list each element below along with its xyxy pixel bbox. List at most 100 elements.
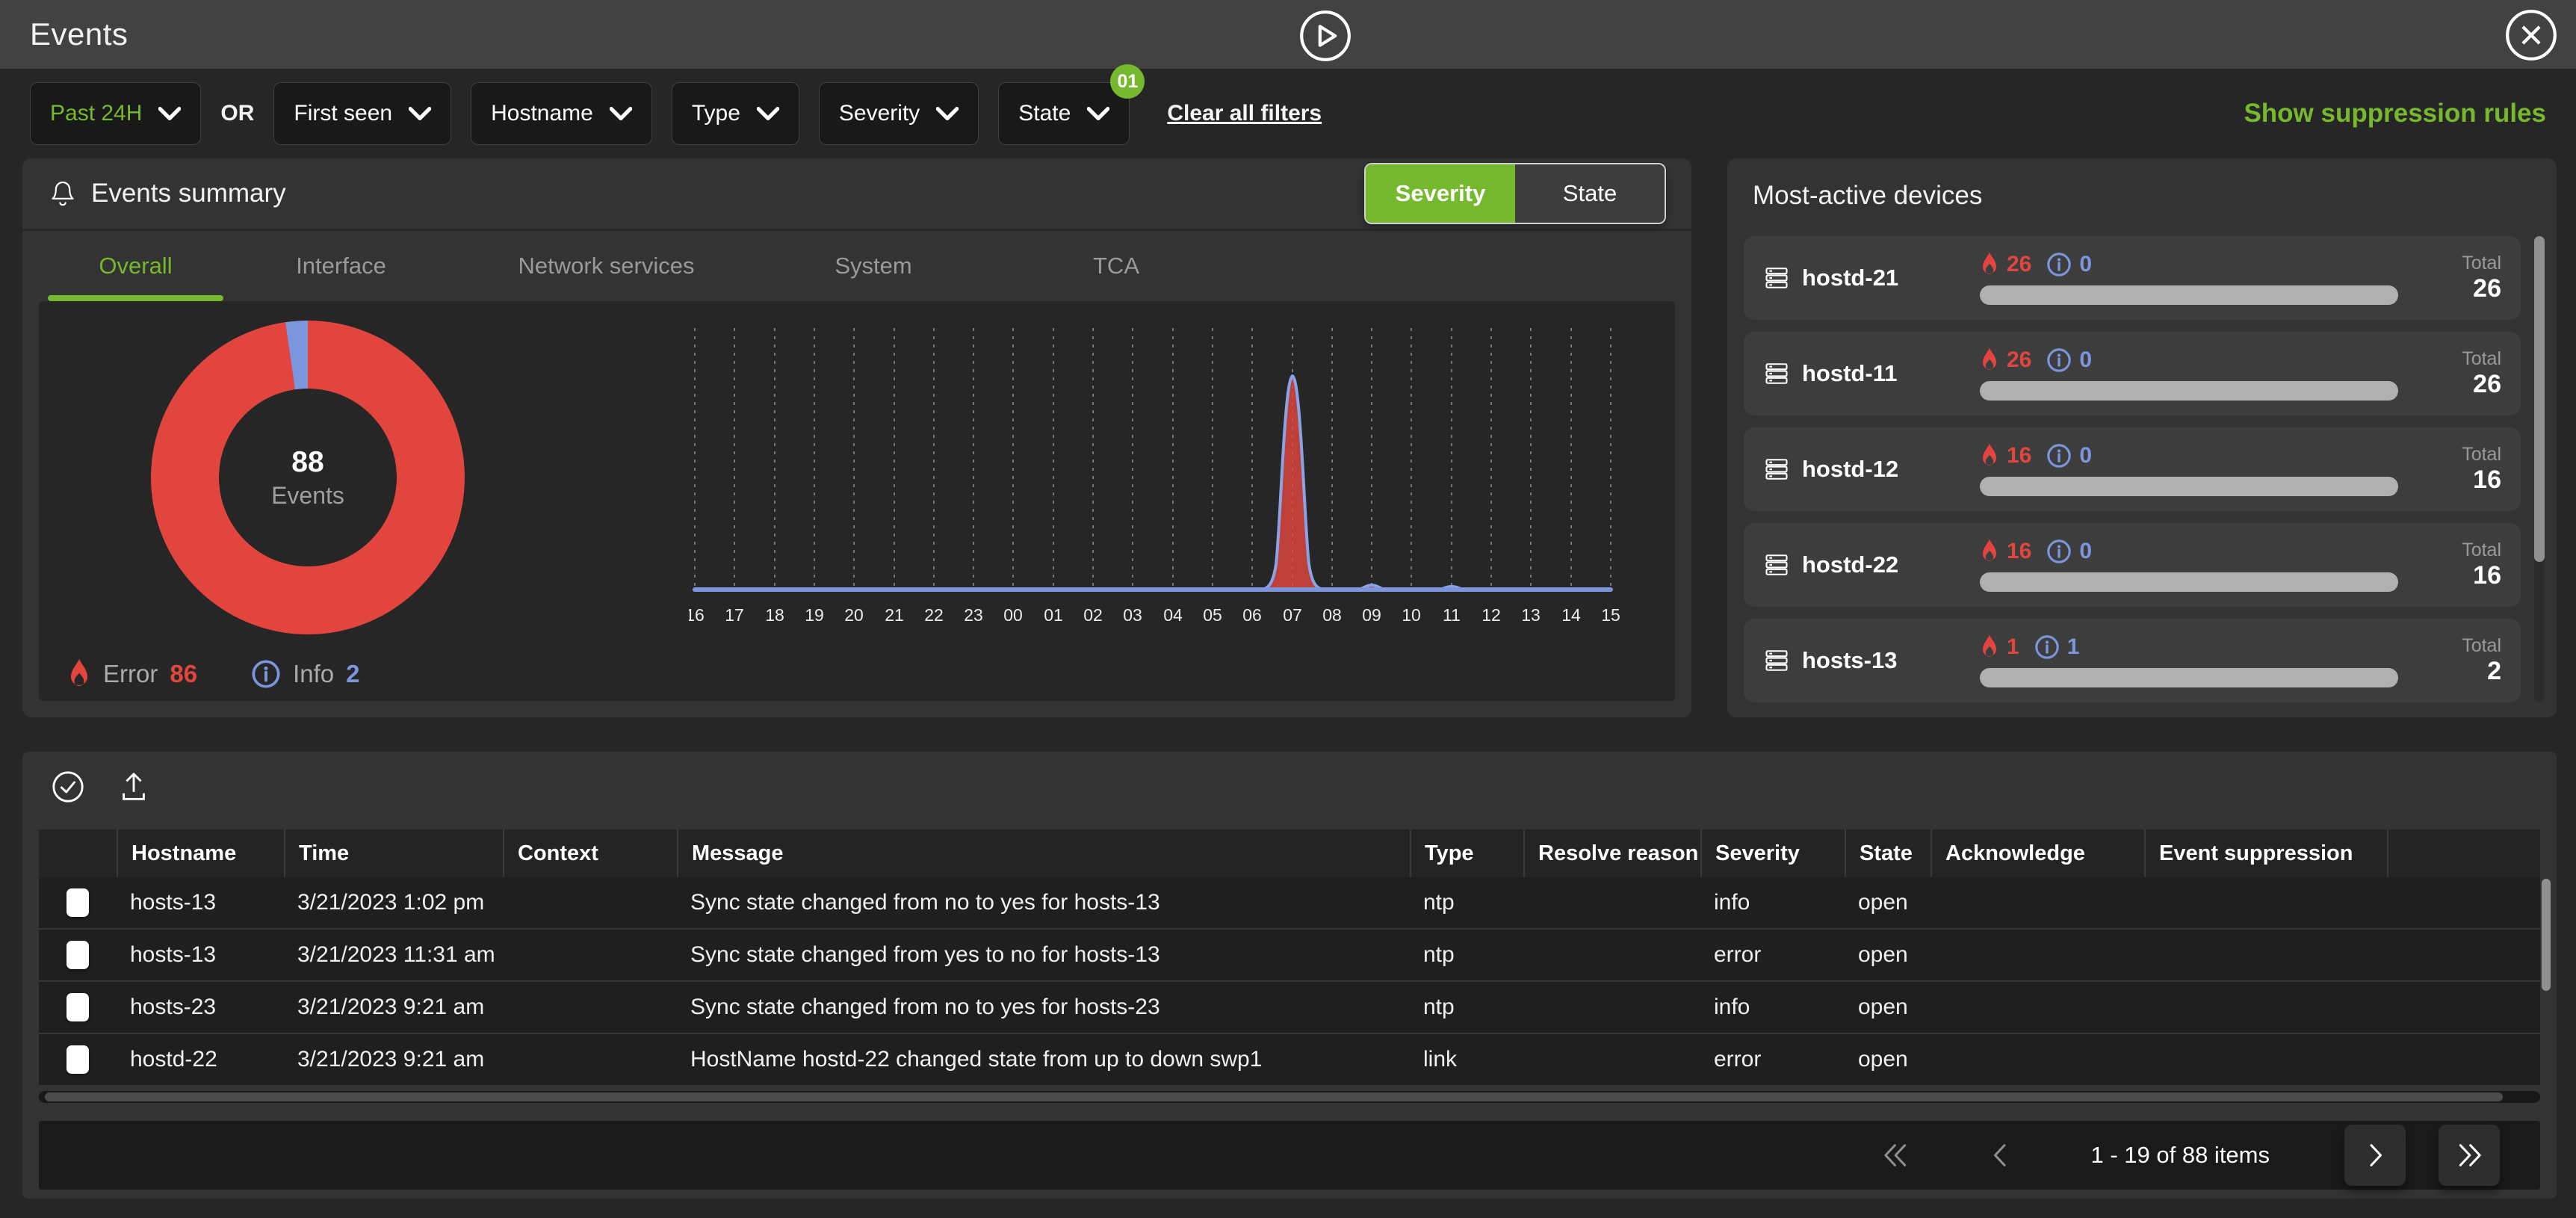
table-horizontal-scrollbar-thumb[interactable] bbox=[45, 1092, 2503, 1101]
cell-message: Sync state changed from no to yes for ho… bbox=[677, 982, 1410, 1033]
severity-donut-chart: 88 Events bbox=[151, 321, 465, 634]
device-row-hostd-22[interactable]: hostd-22 16 0 Total 16 bbox=[1744, 523, 2521, 607]
table-row[interactable]: hosts-23 3/21/2023 9:21 am Sync state ch… bbox=[39, 982, 2540, 1034]
device-row-hosts-13[interactable]: hosts-13 1 1 Total 2 bbox=[1744, 619, 2521, 702]
info-icon bbox=[2046, 443, 2072, 469]
summary-chart-panel: 88 Events 16 17 bbox=[39, 301, 1675, 701]
previous-page-button[interactable] bbox=[1986, 1140, 2016, 1170]
type-label: Type bbox=[692, 101, 740, 126]
cell-time: 3/21/2023 1:02 pm bbox=[284, 877, 503, 928]
col-context[interactable]: Context bbox=[503, 829, 677, 877]
events-summary-title: Events summary bbox=[91, 179, 286, 208]
row-checkbox[interactable] bbox=[66, 993, 89, 1021]
clear-all-filters-link[interactable]: Clear all filters bbox=[1167, 101, 1322, 126]
col-time[interactable]: Time bbox=[284, 829, 503, 877]
time-range-dropdown[interactable]: Past 24H bbox=[30, 82, 201, 145]
devices-scrollbar[interactable] bbox=[2534, 236, 2545, 702]
tab-tca[interactable]: TCA bbox=[993, 231, 1239, 301]
cell-resolve-reason bbox=[1523, 1034, 1700, 1085]
cell-context bbox=[503, 1034, 677, 1085]
toggle-severity[interactable]: Severity bbox=[1366, 164, 1515, 223]
hostname-dropdown[interactable]: Hostname bbox=[471, 82, 652, 145]
toggle-state[interactable]: State bbox=[1515, 164, 1665, 223]
col-type[interactable]: Type bbox=[1410, 829, 1523, 877]
cell-event-suppression bbox=[2144, 1034, 2387, 1085]
device-row-hostd-21[interactable]: hostd-21 26 0 Total 26 bbox=[1744, 236, 2521, 320]
export-icon[interactable] bbox=[117, 770, 151, 804]
page-title: Events bbox=[30, 16, 128, 52]
cell-hostname: hosts-13 bbox=[117, 877, 284, 928]
table-vertical-scrollbar-thumb[interactable] bbox=[2542, 879, 2551, 991]
donut-total-value: 88 bbox=[291, 446, 323, 479]
server-icon bbox=[1763, 551, 1790, 578]
col-acknowledge[interactable]: Acknowledge bbox=[1931, 829, 2144, 877]
tab-network-services[interactable]: Network services bbox=[459, 231, 754, 301]
x-tick: 18 bbox=[765, 605, 784, 625]
tab-interface[interactable]: Interface bbox=[223, 231, 459, 301]
device-info-count: 0 bbox=[2079, 539, 2092, 564]
header-end-col bbox=[2387, 829, 2540, 877]
x-tick: 15 bbox=[1601, 605, 1620, 625]
col-message[interactable]: Message bbox=[677, 829, 1410, 877]
x-tick: 08 bbox=[1322, 605, 1342, 625]
cell-severity: error bbox=[1700, 1034, 1845, 1085]
table-row[interactable]: hosts-13 3/21/2023 11:31 am Sync state c… bbox=[39, 930, 2540, 982]
state-label: State bbox=[1018, 101, 1071, 126]
table-horizontal-scrollbar[interactable] bbox=[39, 1091, 2540, 1103]
device-error-count: 16 bbox=[2007, 443, 2031, 469]
table-row[interactable]: hostd-22 3/21/2023 9:21 am HostName host… bbox=[39, 1034, 2540, 1086]
timeline-area-series bbox=[695, 376, 1611, 590]
cell-type: link bbox=[1410, 1034, 1523, 1085]
close-button[interactable] bbox=[2504, 8, 2558, 62]
events-summary-header: Events summary Severity State bbox=[22, 158, 1691, 229]
device-row-hostd-11[interactable]: hostd-11 26 0 Total 26 bbox=[1744, 332, 2521, 415]
last-page-button[interactable] bbox=[2439, 1125, 2500, 1186]
device-error-count: 26 bbox=[2007, 252, 2031, 277]
device-info-count: 1 bbox=[2067, 634, 2080, 660]
row-checkbox[interactable] bbox=[66, 941, 89, 969]
col-hostname[interactable]: Hostname bbox=[117, 829, 284, 877]
severity-dropdown[interactable]: Severity bbox=[819, 82, 979, 145]
cell-resolve-reason bbox=[1523, 982, 1700, 1033]
devices-list: hostd-21 26 0 Total 26 bbox=[1744, 236, 2521, 714]
or-label: OR bbox=[220, 101, 254, 126]
state-dropdown[interactable]: State bbox=[998, 82, 1130, 145]
flame-icon bbox=[1980, 538, 1999, 565]
devices-scrollbar-thumb[interactable] bbox=[2534, 236, 2545, 562]
play-button[interactable] bbox=[1298, 9, 1352, 63]
x-tick: 06 bbox=[1242, 605, 1262, 625]
show-suppression-rules-link[interactable]: Show suppression rules bbox=[2244, 99, 2546, 129]
first-seen-dropdown[interactable]: First seen bbox=[273, 82, 451, 145]
events-table-header: Hostname Time Context Message Type Resol… bbox=[39, 829, 2540, 877]
device-row-hostd-12[interactable]: hostd-12 16 0 Total 16 bbox=[1744, 427, 2521, 511]
type-dropdown[interactable]: Type bbox=[672, 82, 799, 145]
acknowledge-check-circle-icon[interactable] bbox=[51, 770, 85, 804]
chevron-down-icon bbox=[158, 107, 181, 120]
server-icon bbox=[1763, 647, 1790, 674]
tab-overall[interactable]: Overall bbox=[48, 231, 223, 301]
col-severity[interactable]: Severity bbox=[1700, 829, 1845, 877]
tab-system[interactable]: System bbox=[754, 231, 993, 301]
info-icon bbox=[251, 659, 281, 689]
info-legend-label: Info bbox=[293, 660, 334, 688]
table-row[interactable]: hosts-13 3/21/2023 1:02 pm Sync state ch… bbox=[39, 877, 2540, 930]
col-resolve-reason[interactable]: Resolve reason bbox=[1523, 829, 1700, 877]
next-page-button[interactable] bbox=[2344, 1125, 2406, 1186]
x-tick: 12 bbox=[1481, 605, 1501, 625]
device-total-value: 16 bbox=[2419, 561, 2501, 590]
row-checkbox[interactable] bbox=[66, 1045, 89, 1074]
col-state[interactable]: State bbox=[1845, 829, 1931, 877]
cell-hostname: hosts-23 bbox=[117, 982, 284, 1033]
device-total-value: 26 bbox=[2419, 370, 2501, 399]
cell-resolve-reason bbox=[1523, 877, 1700, 928]
col-event-suppression[interactable]: Event suppression bbox=[2144, 829, 2387, 877]
severity-label: Severity bbox=[839, 101, 920, 126]
cell-context bbox=[503, 982, 677, 1033]
table-vertical-scrollbar[interactable] bbox=[2542, 879, 2551, 1089]
device-total-value: 2 bbox=[2419, 657, 2501, 686]
first-page-button[interactable] bbox=[1881, 1140, 1911, 1170]
pagination-range-text: 1 - 19 of 88 items bbox=[2090, 1142, 2270, 1169]
cell-acknowledge bbox=[1931, 982, 2144, 1033]
cell-state: open bbox=[1845, 877, 1931, 928]
row-checkbox[interactable] bbox=[66, 888, 89, 917]
